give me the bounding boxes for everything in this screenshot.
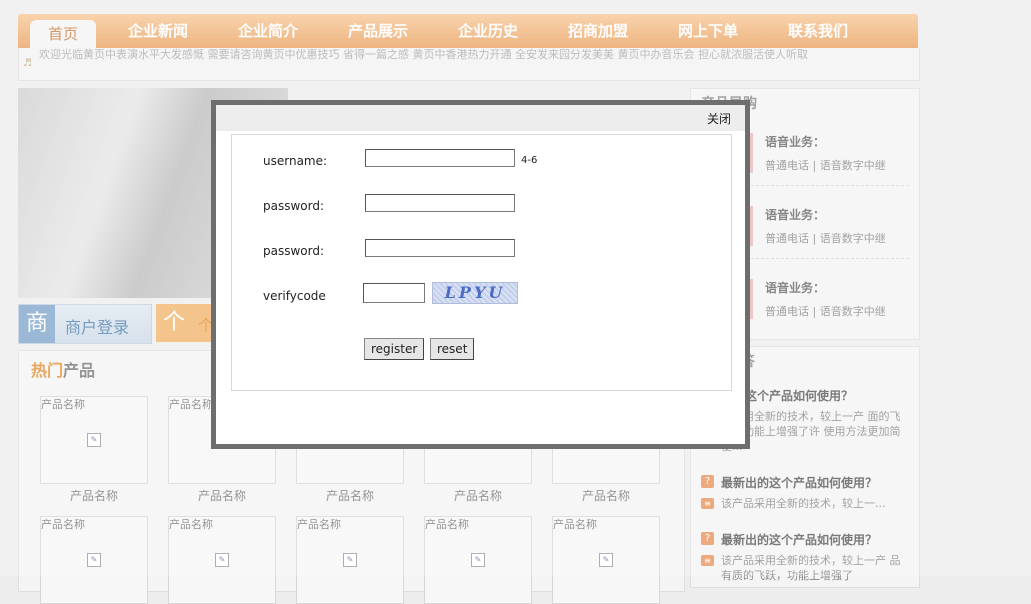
username-label: username: <box>263 154 328 168</box>
verifycode-label: verifycode <box>263 289 326 303</box>
register-dialog: 关闭 username: 4-6 password: password: ver… <box>211 100 750 449</box>
captcha-image[interactable]: LPYU <box>432 282 518 304</box>
register-form: username: 4-6 password: password: verify… <box>231 134 732 391</box>
confirm-password-label: password: <box>263 244 325 258</box>
register-button[interactable]: register <box>364 338 425 360</box>
verifycode-input[interactable] <box>363 283 425 303</box>
register-dialog-body: 关闭 username: 4-6 password: password: ver… <box>216 105 745 444</box>
confirm-password-input[interactable] <box>365 239 515 257</box>
username-length-hint: 4-6 <box>521 155 538 166</box>
reset-button[interactable]: reset <box>430 338 475 360</box>
close-button[interactable]: 关闭 <box>707 110 731 127</box>
password-label: password: <box>263 199 325 213</box>
username-input[interactable] <box>365 149 515 167</box>
password-input[interactable] <box>365 194 515 212</box>
dialog-titlebar: 关闭 <box>216 105 745 131</box>
